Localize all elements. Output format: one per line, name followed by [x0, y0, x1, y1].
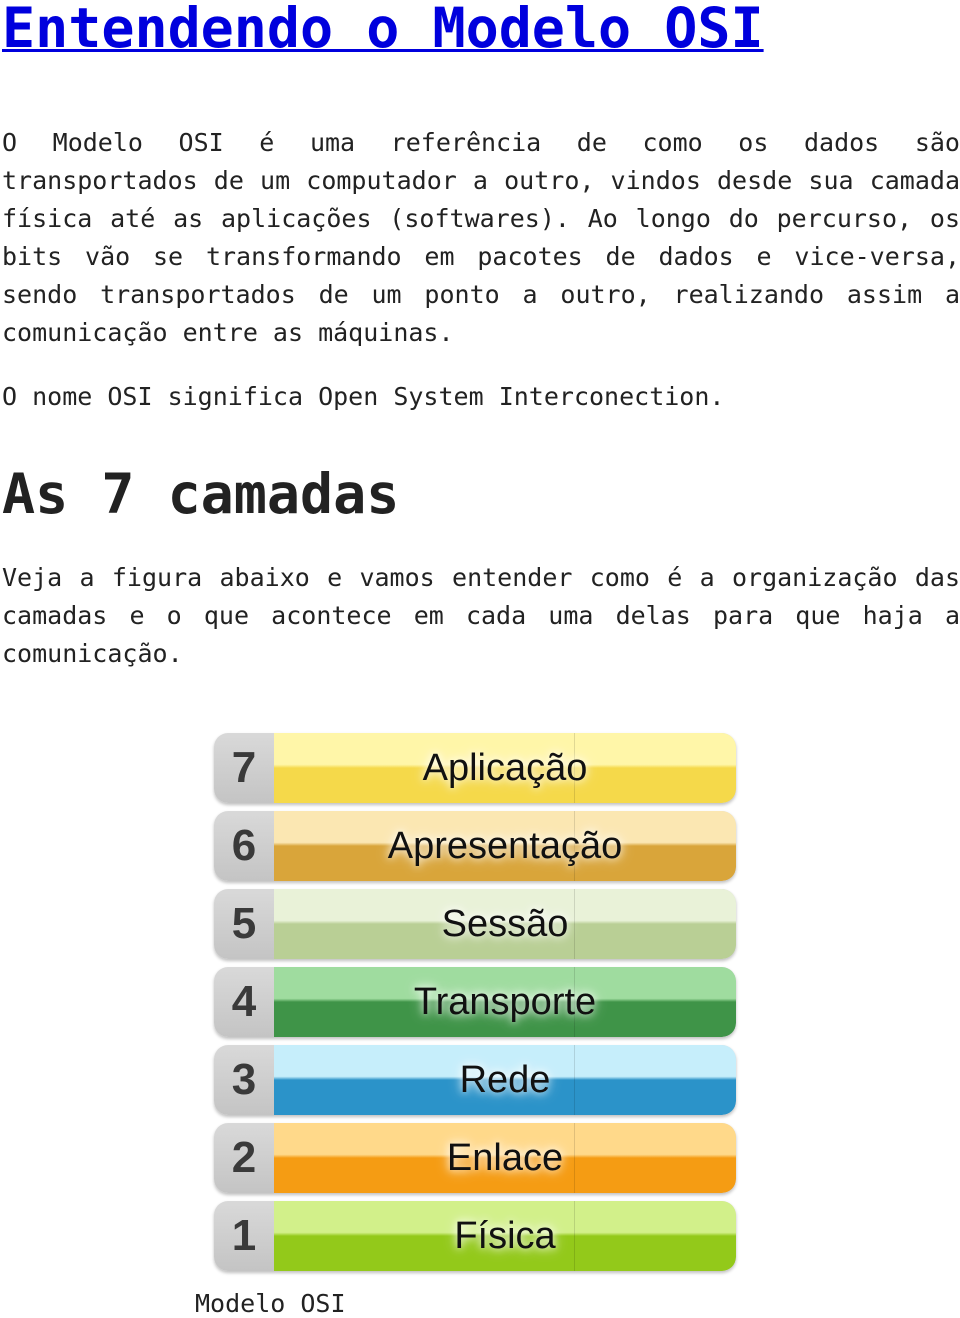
osi-layer-3: 3 Rede — [214, 1045, 736, 1115]
intro-paragraph: O Modelo OSI é uma referência de como os… — [2, 128, 960, 347]
osi-layer-5: 5 Sessão — [214, 889, 736, 959]
osi-layer-2: 2 Enlace — [214, 1123, 736, 1193]
osi-layer-7: 7 Aplicação — [214, 733, 736, 803]
meaning-paragraph: O nome OSI significa Open System Interco… — [2, 382, 725, 411]
layer-name: Rede — [459, 1058, 551, 1101]
layer-number: 4 — [231, 977, 257, 1026]
section-heading: As 7 camadas — [2, 462, 400, 526]
layer-number: 5 — [231, 899, 257, 948]
osi-model-figure: 7 Aplicação 6 Apresentação 5 Sessão 4 Tr… — [214, 733, 736, 1279]
layer-name: Transporte — [413, 980, 597, 1023]
layer-number: 7 — [231, 743, 257, 792]
layer-name: Física — [454, 1214, 556, 1257]
layer-number: 2 — [231, 1133, 257, 1182]
layer-number: 1 — [231, 1211, 257, 1260]
layer-name: Aplicação — [422, 746, 588, 789]
layer-name: Apresentação — [387, 824, 623, 867]
osi-layer-6: 6 Apresentação — [214, 811, 736, 881]
layer-number: 3 — [231, 1055, 257, 1104]
section-paragraph: Veja a figura abaixo e vamos entender co… — [2, 563, 960, 668]
layer-name: Enlace — [446, 1136, 564, 1179]
osi-layer-1: 1 Física — [214, 1201, 736, 1271]
layer-name: Sessão — [441, 902, 569, 945]
layer-number: 6 — [231, 821, 257, 870]
osi-layer-4: 4 Transporte — [214, 967, 736, 1037]
figure-caption: Modelo OSI — [195, 1289, 346, 1318]
page-title[interactable]: Entendendo o Modelo OSI — [2, 0, 764, 60]
